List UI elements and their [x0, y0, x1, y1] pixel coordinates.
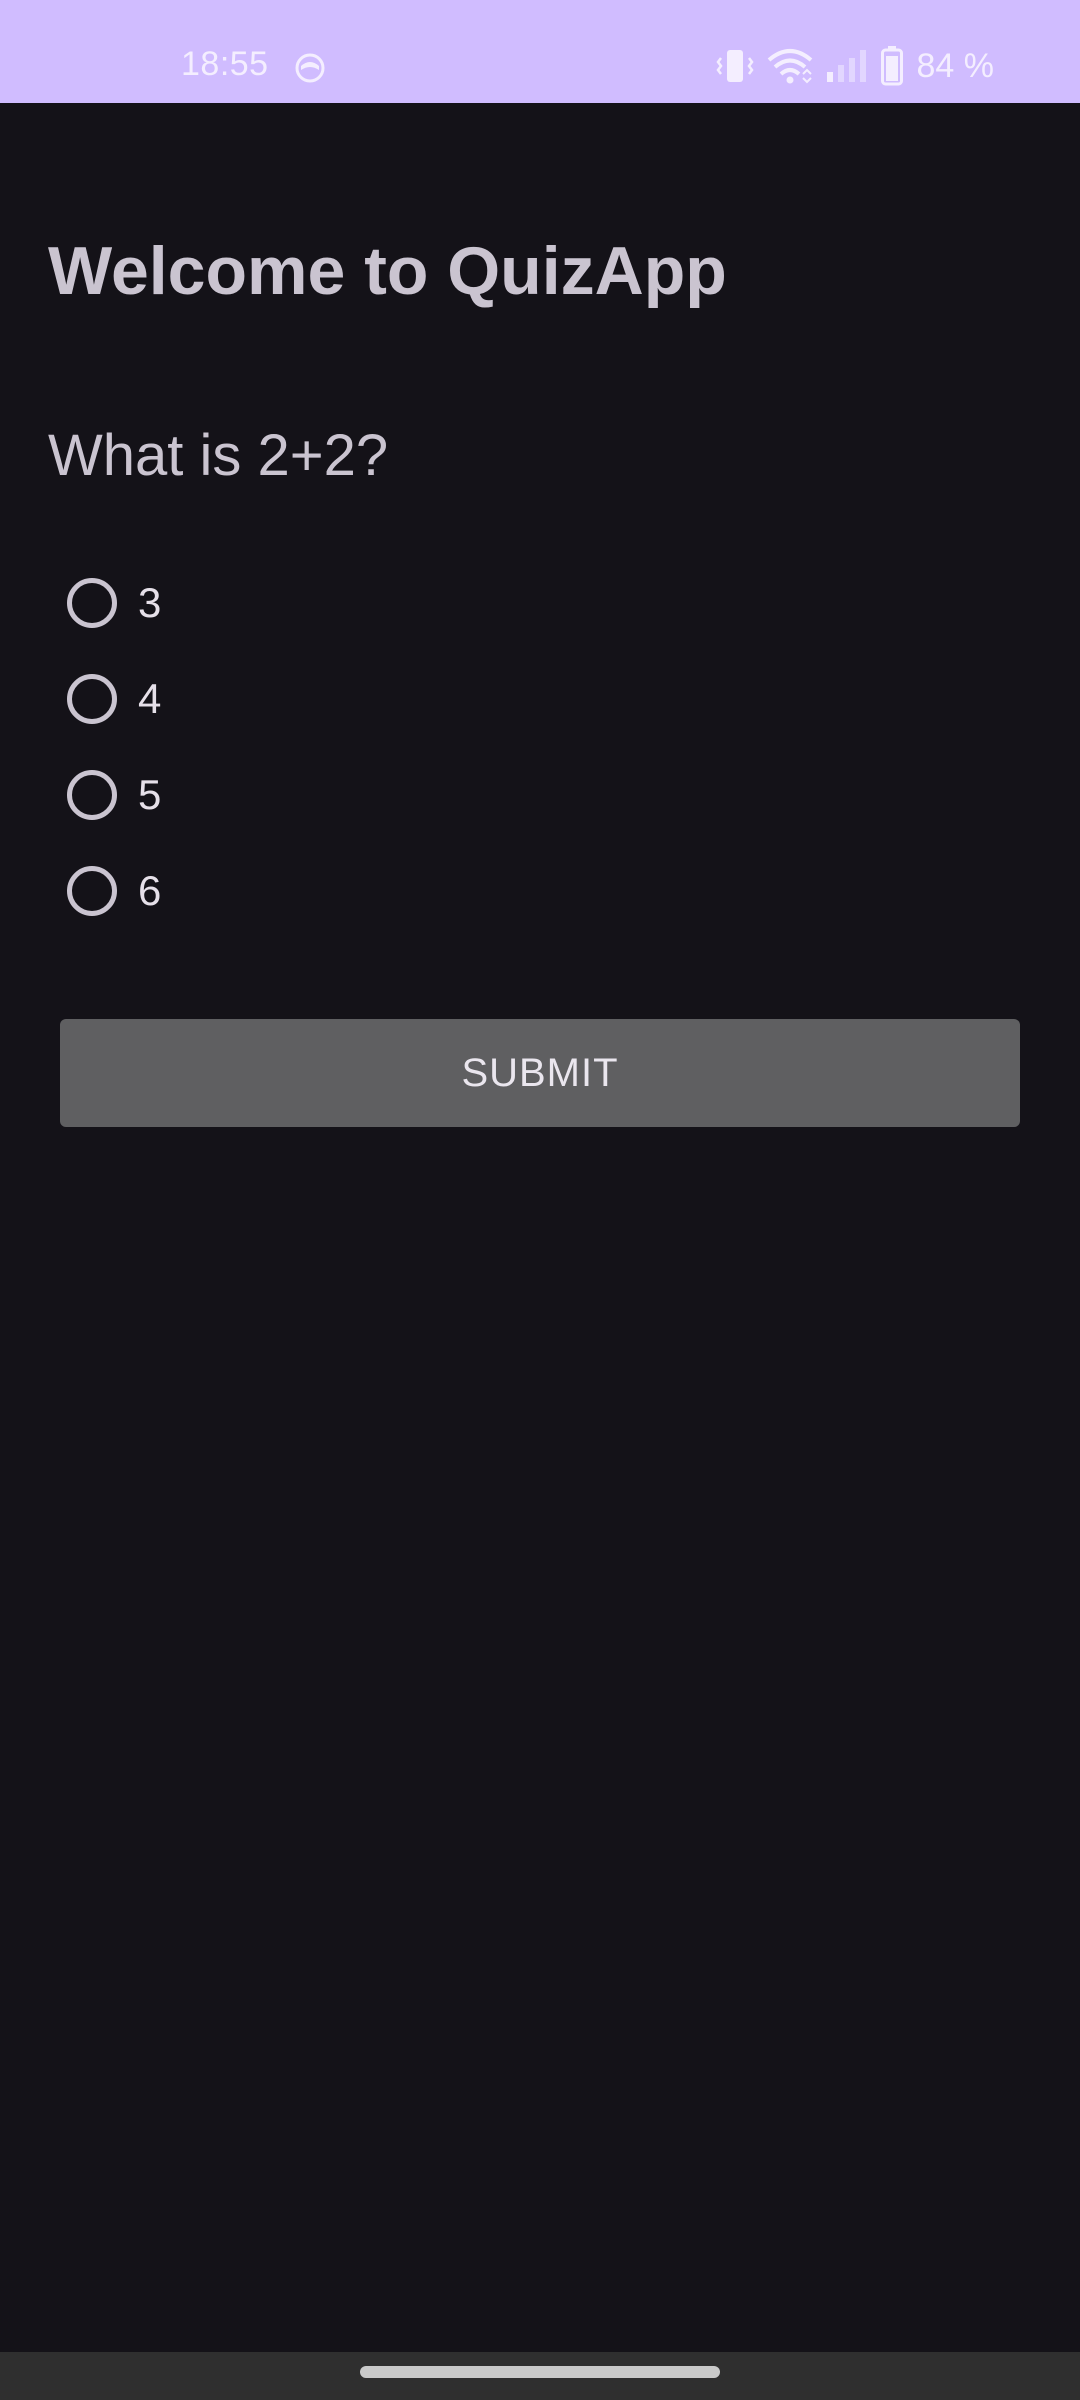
answer-option-label: 5: [138, 771, 162, 818]
answer-option[interactable]: 3: [64, 555, 964, 651]
battery-icon: [880, 46, 903, 86]
status-time: 18:55: [181, 45, 269, 83]
question-text: What is 2+2?: [48, 423, 389, 488]
gesture-handle[interactable]: [360, 2366, 720, 2378]
submit-button[interactable]: SUBMIT: [60, 1019, 1020, 1127]
wifi-icon: [767, 48, 813, 84]
page-title: Welcome to QuizApp: [48, 233, 727, 309]
answer-option-label: 6: [138, 867, 162, 914]
answer-option[interactable]: 6: [64, 843, 964, 939]
answer-option[interactable]: 5: [64, 747, 964, 843]
status-bar: 18:55 84 %: [0, 0, 1080, 103]
battery-percent: 84 %: [916, 47, 995, 85]
radio-button[interactable]: [67, 578, 117, 628]
radio-button[interactable]: [67, 866, 117, 916]
radio-button[interactable]: [67, 674, 117, 724]
app-notification-icon: [294, 52, 326, 84]
signal-icon: [825, 48, 869, 84]
status-icons: 84 %: [715, 44, 995, 88]
answer-option-label: 3: [138, 579, 162, 626]
radio-button[interactable]: [67, 770, 117, 820]
answer-option[interactable]: 4: [64, 651, 964, 747]
vibrate-icon: [715, 48, 755, 84]
navigation-bar: [0, 2352, 1080, 2400]
answer-option-label: 4: [138, 675, 162, 722]
answer-options: 3 4 5 6: [64, 555, 964, 939]
quiz-screen: Welcome to QuizApp What is 2+2? 3 4 5 6 …: [0, 103, 1080, 2352]
